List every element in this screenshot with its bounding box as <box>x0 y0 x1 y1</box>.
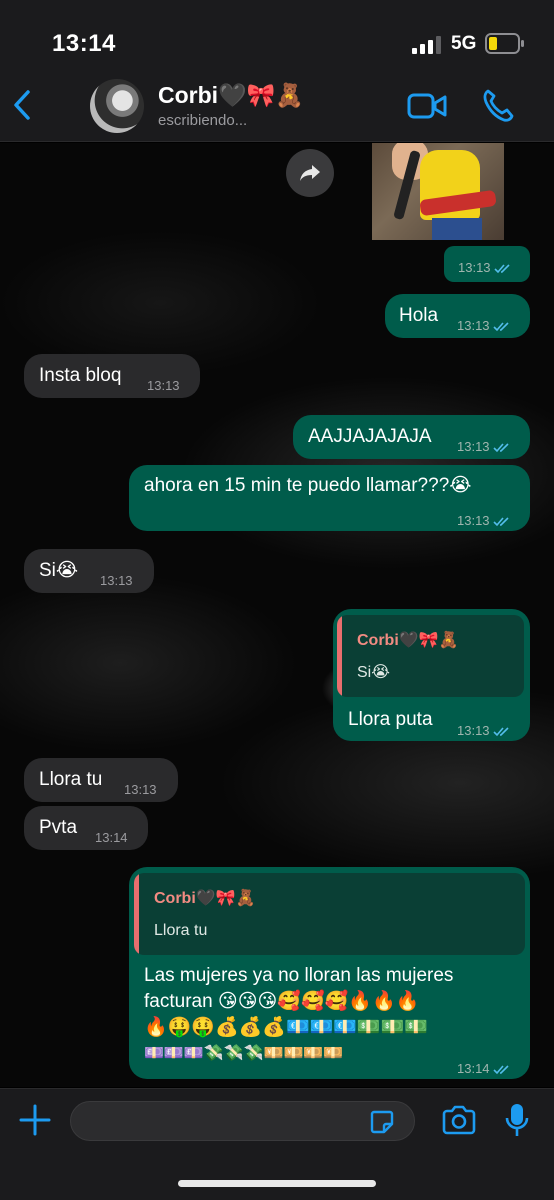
quote-text: Si😭 <box>357 664 390 681</box>
quote-bar <box>134 873 139 955</box>
message-text: Insta bloq <box>39 365 122 386</box>
reply-message-bubble[interactable]: Corbi🖤🎀🧸 Llora tu Las mujeres ya no llor… <box>129 867 530 1079</box>
message-input[interactable] <box>71 1102 414 1140</box>
message-time: 13:13 <box>457 723 490 738</box>
quoted-message[interactable]: Corbi🖤🎀🧸 Si😭 <box>337 615 524 697</box>
forward-icon <box>300 165 320 181</box>
quote-text: Llora tu <box>154 922 208 939</box>
sticker-icon[interactable] <box>369 1109 395 1135</box>
camera-icon[interactable] <box>441 1105 477 1135</box>
message-bubble[interactable]: Llora tu 13:13 <box>24 758 178 802</box>
chat-area[interactable]: 13:13 Hola 13:13 Insta bloq 13:13 AAJJAJ… <box>0 143 554 1087</box>
message-bubble[interactable]: ahora en 15 min te puedo llamar???😭 13:1… <box>129 465 530 531</box>
message-bubble[interactable]: Hola 13:13 <box>385 294 530 338</box>
forward-button[interactable] <box>286 149 334 197</box>
message-time: 13:13 <box>457 439 490 454</box>
phone-call-icon[interactable] <box>482 88 514 122</box>
double-check-icon <box>493 264 510 274</box>
double-check-icon <box>492 443 509 453</box>
message-time: 13:13 <box>458 260 491 275</box>
message-time: 13:13 <box>100 573 133 588</box>
message-text: Llora puta <box>348 709 433 730</box>
home-indicator[interactable] <box>178 1180 376 1187</box>
message-text: Las mujeres ya no lloran las mujeres fac… <box>144 965 454 1062</box>
contact-avatar[interactable] <box>90 79 144 133</box>
message-bubble[interactable]: Insta bloq 13:13 <box>24 354 200 398</box>
reply-message-bubble[interactable]: Corbi🖤🎀🧸 Si😭 Llora puta 13:13 <box>333 609 530 741</box>
message-bubble[interactable]: Pvta 13:14 <box>24 806 148 850</box>
microphone-icon[interactable] <box>505 1102 529 1138</box>
contact-name[interactable]: Corbi🖤🎀🧸 <box>158 82 304 109</box>
message-time: 13:14 <box>457 1061 490 1076</box>
message-text: Hola <box>399 305 439 326</box>
double-check-icon <box>492 1065 509 1075</box>
message-text: Si😭 <box>39 560 79 581</box>
contact-status: escribiendo... <box>158 112 248 129</box>
message-text: Llora tu <box>39 769 103 790</box>
video-call-icon[interactable] <box>407 92 447 120</box>
quoted-message[interactable]: Corbi🖤🎀🧸 Llora tu <box>134 873 525 955</box>
quote-author: Corbi🖤🎀🧸 <box>154 890 256 907</box>
shared-photo[interactable] <box>372 143 504 240</box>
battery-icon <box>485 33 524 54</box>
signal-icon <box>412 36 441 54</box>
quote-bar <box>337 615 342 697</box>
message-bubble[interactable]: 13:13 <box>444 246 530 282</box>
double-check-icon <box>492 517 509 527</box>
message-text: Pvta <box>39 817 78 838</box>
message-time: 13:13 <box>457 513 490 528</box>
plus-icon[interactable] <box>18 1103 52 1137</box>
network-type: 5G <box>451 33 477 54</box>
double-check-icon <box>492 727 509 737</box>
status-time: 13:14 <box>52 30 116 57</box>
double-check-icon <box>492 322 509 332</box>
message-time: 13:13 <box>457 318 490 333</box>
message-time: 13:13 <box>147 378 180 393</box>
message-time: 13:13 <box>124 782 157 797</box>
message-bubble[interactable]: AAJJAJAJAJA 13:13 <box>293 415 530 459</box>
chat-header: Corbi🖤🎀🧸 escribiendo... <box>0 68 554 142</box>
message-text: AAJJAJAJAJA <box>308 426 432 447</box>
message-bubble[interactable]: Si😭 13:13 <box>24 549 154 593</box>
quote-author: Corbi🖤🎀🧸 <box>357 632 459 649</box>
back-chevron-icon[interactable] <box>8 86 36 124</box>
message-time: 13:14 <box>95 830 128 845</box>
message-input-box[interactable] <box>70 1101 415 1141</box>
message-text: ahora en 15 min te puedo llamar???😭 <box>144 475 472 496</box>
